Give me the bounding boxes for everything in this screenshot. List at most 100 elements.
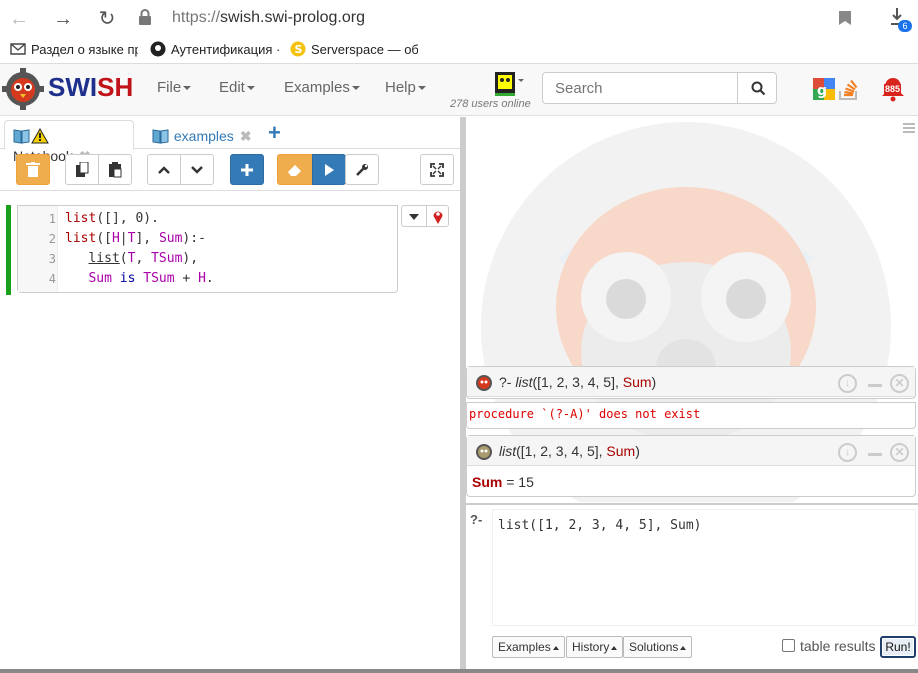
forward-arrow-icon[interactable]: → — [50, 6, 76, 32]
brand-s: S — [48, 72, 66, 102]
menu-help[interactable]: Help — [385, 64, 426, 112]
github-icon — [150, 41, 166, 57]
stackoverflow-icon[interactable] — [837, 77, 861, 101]
run-cell-button[interactable] — [312, 154, 346, 185]
download-icon[interactable]: ↓ — [838, 374, 857, 393]
cell-active-marker — [6, 205, 11, 295]
line-gutter: 1 2 3 4 — [18, 206, 58, 292]
error-gear-icon — [476, 375, 492, 391]
close-icon[interactable]: ✕ — [890, 374, 909, 393]
tab-bar: Notebook✖ examples ✖ + — [0, 117, 460, 164]
query-1-prompt: ?- — [499, 374, 512, 390]
tab-notebook[interactable]: Notebook✖ — [4, 120, 134, 164]
chevron-down-icon — [191, 165, 203, 174]
gmail-icon — [10, 43, 26, 55]
divider — [426, 206, 427, 226]
history-button-label: History — [572, 640, 610, 654]
query-2-goal-head: list — [499, 443, 517, 459]
clear-output-button[interactable] — [277, 154, 313, 185]
menu-examples[interactable]: Examples — [284, 64, 360, 112]
warning-icon — [31, 127, 49, 144]
swish-navbar: SWISH File Edit Examples Help 278 users … — [0, 64, 918, 116]
user-avatar[interactable] — [494, 71, 524, 99]
bookmark-2[interactable]: Аутентификация · — [150, 40, 280, 60]
code-line[interactable]: list(T, TSum), — [65, 251, 198, 266]
bookmark-3[interactable]: S Serverspace — об — [290, 40, 418, 60]
address-bar[interactable]: https://swish.swi-prolog.org — [140, 4, 860, 32]
query-1-goal-close: ) — [651, 374, 657, 390]
users-online: 278 users online — [450, 98, 531, 110]
move-down-button[interactable] — [180, 154, 214, 185]
history-button[interactable]: History — [566, 636, 624, 658]
query-1-goal-head: list — [515, 374, 533, 390]
expand-icon — [430, 162, 444, 177]
downloads-icon[interactable]: 6 — [888, 6, 912, 32]
swish-brand[interactable]: SWISH — [48, 72, 133, 103]
move-up-button[interactable] — [147, 154, 181, 185]
reload-icon[interactable]: ↻ — [94, 6, 120, 32]
chevron-down-icon — [246, 86, 255, 91]
tab-examples[interactable]: examples ✖ — [143, 120, 263, 150]
examples-button[interactable]: Examples — [492, 636, 565, 658]
code-line[interactable]: Sum is TSum + H. — [65, 271, 213, 286]
minimize-icon[interactable] — [868, 453, 882, 456]
query-2-goal-close: ) — [635, 443, 640, 459]
menu-edit[interactable]: Edit — [219, 64, 255, 112]
close-icon[interactable]: ✕ — [890, 443, 909, 462]
search-button[interactable] — [737, 72, 777, 104]
serverspace-icon: S — [290, 41, 306, 57]
delete-cell-button[interactable] — [16, 154, 50, 185]
user-avatar-icon — [495, 72, 524, 96]
menu-file[interactable]: File — [157, 64, 192, 112]
paste-icon — [109, 161, 122, 177]
minimize-icon[interactable] — [868, 384, 882, 387]
code-line[interactable]: list([], 0). — [65, 211, 159, 226]
google-plus-icon[interactable]: g — [813, 78, 835, 100]
close-icon[interactable]: ✖ — [240, 128, 252, 144]
notification-count: 885 — [884, 84, 902, 94]
brand-wi: WI — [65, 72, 98, 102]
fullscreen-button[interactable] — [420, 154, 454, 185]
bookmark-3-label: Serverspace — об — [311, 42, 418, 57]
query-box-1: ?- list([1, 2, 3, 4, 5], Sum) ↓ ✕ — [466, 366, 916, 399]
back-arrow-icon[interactable]: ← — [6, 6, 32, 32]
gear-icon — [476, 444, 492, 460]
menu-examples-label: Examples — [284, 79, 350, 96]
brand-sh: SH — [97, 72, 134, 102]
code-line[interactable]: list([H|T], Sum):- — [65, 231, 206, 246]
query-input-text: list([1, 2, 3, 4, 5], Sum) — [498, 518, 702, 533]
settings-button[interactable] — [345, 154, 379, 185]
caret-up-icon — [552, 645, 559, 650]
bookmark-icon[interactable] — [838, 10, 852, 26]
menu-icon[interactable] — [902, 121, 916, 135]
cell-type-selector[interactable] — [401, 205, 449, 227]
query-prompt: ?- — [470, 512, 483, 527]
bookmark-1[interactable]: Раздел о языке пр — [10, 40, 138, 60]
code-editor[interactable]: 1 2 3 4 list([], 0). list([H|T], Sum):- … — [17, 205, 398, 293]
download-icon[interactable]: ↓ — [838, 443, 857, 462]
examples-button-label: Examples — [498, 640, 551, 654]
download-badge: 6 — [898, 20, 912, 32]
paste-cell-button[interactable] — [98, 154, 132, 185]
line-number: 1 — [48, 212, 56, 226]
table-results-label: table results — [800, 638, 876, 654]
trash-icon — [26, 161, 40, 177]
run-query-button[interactable]: Run! — [880, 636, 916, 658]
query-2-goal-var: Sum — [606, 443, 636, 459]
chevron-down-icon — [183, 86, 192, 91]
query-input[interactable]: list([1, 2, 3, 4, 5], Sum) — [492, 509, 916, 626]
solutions-button[interactable]: Solutions — [623, 636, 693, 658]
line-number: 3 — [48, 252, 56, 266]
swish-logo-icon[interactable] — [2, 68, 44, 110]
query-2-answer: Sum = 15 — [472, 474, 534, 490]
insert-cell-button[interactable] — [230, 154, 264, 185]
new-tab-plus-icon[interactable]: + — [268, 121, 281, 145]
notifications[interactable]: 885 — [880, 76, 916, 108]
notebook-icon — [152, 129, 169, 144]
copy-cell-button[interactable] — [65, 154, 99, 185]
table-results-checkbox[interactable] — [782, 639, 795, 652]
search-input[interactable] — [542, 72, 738, 104]
query-box-2: list([1, 2, 3, 4, 5], Sum) ↓ ✕ Sum = 15 — [466, 435, 916, 497]
chevron-up-icon — [158, 165, 170, 174]
chevron-down-icon — [417, 86, 426, 91]
